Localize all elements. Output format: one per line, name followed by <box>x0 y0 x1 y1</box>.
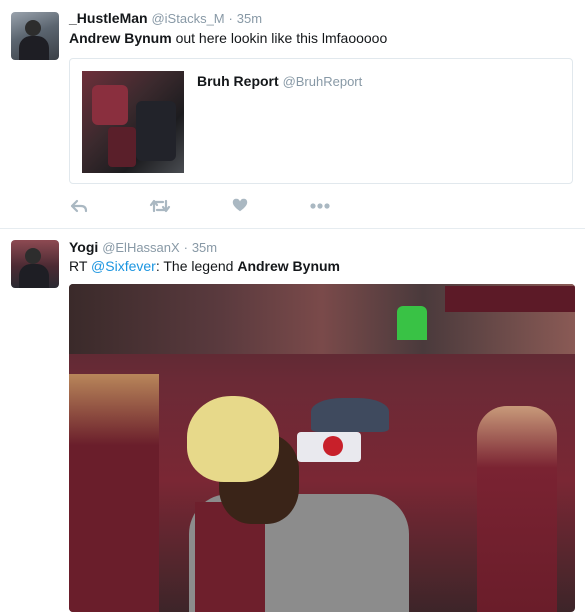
username[interactable]: @iStacks_M <box>151 11 224 26</box>
tweet[interactable]: _HustleMan @iStacks_M · 35m Andrew Bynum… <box>0 0 585 229</box>
tweet-text-bold: Andrew Bynum <box>237 258 341 274</box>
retweet-prefix: RT <box>69 258 92 274</box>
fan-left <box>69 374 159 612</box>
image-shape <box>108 127 136 167</box>
arena-banner <box>445 286 575 312</box>
avatar-figure-body <box>19 36 49 60</box>
beer-can-logo <box>323 436 343 456</box>
tweet-text: Andrew Bynum out here lookin like this l… <box>69 30 387 46</box>
fan-cap <box>311 398 389 432</box>
tweet-header: Yogi @ElHassanX · 35m <box>69 239 217 255</box>
timestamp[interactable]: 35m <box>192 240 217 255</box>
separator: · <box>183 240 188 255</box>
fan-right <box>477 406 557 612</box>
reply-icon[interactable] <box>69 196 91 216</box>
tweet-text-rest: out here lookin like this lmfaooooo <box>171 30 388 46</box>
fan-blonde-hair <box>187 396 279 482</box>
avatar[interactable] <box>11 240 59 288</box>
quoted-tweet-author: Bruh Report @BruhReport <box>197 73 362 89</box>
tweet-text-bold: Andrew Bynum <box>69 30 172 46</box>
avatar-figure-body <box>19 264 49 288</box>
image-shape <box>136 101 176 161</box>
quoted-tweet[interactable]: Bruh Report @BruhReport <box>69 58 573 184</box>
tweet-header: _HustleMan @iStacks_M · 35m <box>69 10 262 26</box>
quoted-username: @BruhReport <box>282 74 363 89</box>
display-name[interactable]: Yogi <box>69 239 98 255</box>
mention-link[interactable]: @Sixfever <box>91 258 156 274</box>
fan-green-shirt <box>397 306 427 340</box>
image-shape <box>92 85 128 125</box>
more-icon[interactable] <box>309 196 331 216</box>
tweet-text: RT @Sixfever: The legend Andrew Bynum <box>69 258 340 274</box>
tweet-text-middle: : The legend <box>155 258 238 274</box>
timestamp[interactable]: 35m <box>237 11 262 26</box>
tweet-photo[interactable] <box>69 284 575 612</box>
like-icon[interactable] <box>231 196 253 216</box>
retweet-icon[interactable] <box>149 196 171 216</box>
display-name[interactable]: _HustleMan <box>69 10 148 26</box>
avatar-figure-head <box>25 20 41 36</box>
quoted-display-name: Bruh Report <box>197 73 279 89</box>
avatar-figure-head <box>25 248 41 264</box>
tweet-actions <box>69 196 369 216</box>
tweet[interactable]: Yogi @ElHassanX · 35m RT @Sixfever: The … <box>0 229 585 612</box>
quoted-tweet-image[interactable] <box>82 71 184 173</box>
avatar[interactable] <box>11 12 59 60</box>
username[interactable]: @ElHassanX <box>102 240 180 255</box>
separator: · <box>228 11 233 26</box>
